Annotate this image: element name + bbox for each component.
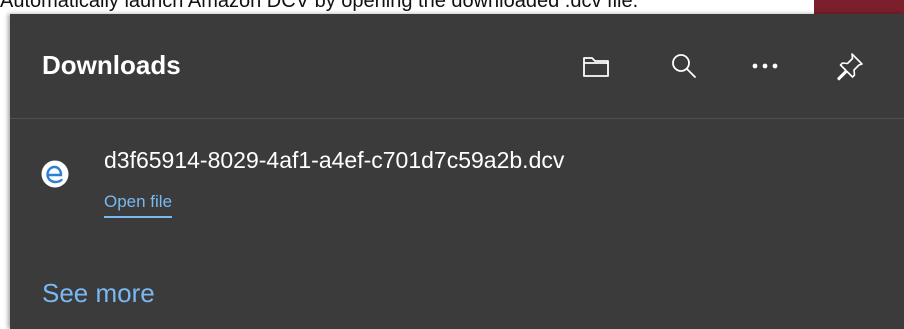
pin-icon — [837, 53, 863, 81]
screen: Automatically launch Amazon DCV by openi… — [0, 0, 904, 329]
background-tooltip-strip: Automatically launch Amazon DCV by openi… — [0, 0, 904, 14]
edge-file-icon — [41, 160, 69, 188]
downloads-header: Downloads — [10, 14, 904, 119]
folder-icon — [583, 57, 609, 77]
download-item[interactable]: d3f65914-8029-4af1-a4ef-c701d7c59a2b.dcv… — [10, 119, 904, 229]
panel-title: Downloads — [42, 50, 181, 80]
search-downloads-button[interactable] — [664, 46, 704, 86]
pin-downloads-button[interactable] — [830, 46, 870, 86]
open-downloads-folder-button[interactable] — [576, 46, 616, 86]
search-icon — [672, 54, 696, 78]
downloads-panel: Downloads d3f65914-8029-4af1-a4ef-c701d7… — [10, 14, 904, 329]
download-file-name: d3f65914-8029-4af1-a4ef-c701d7c59a2b.dcv — [104, 147, 565, 173]
more-options-icon — [752, 63, 778, 69]
open-file-link[interactable]: Open file — [104, 192, 173, 218]
tooltip-text: Automatically launch Amazon DCV by openi… — [0, 0, 639, 12]
see-more-link[interactable]: See more — [42, 277, 155, 309]
more-options-button[interactable] — [745, 46, 785, 86]
background-window — [814, 0, 904, 14]
